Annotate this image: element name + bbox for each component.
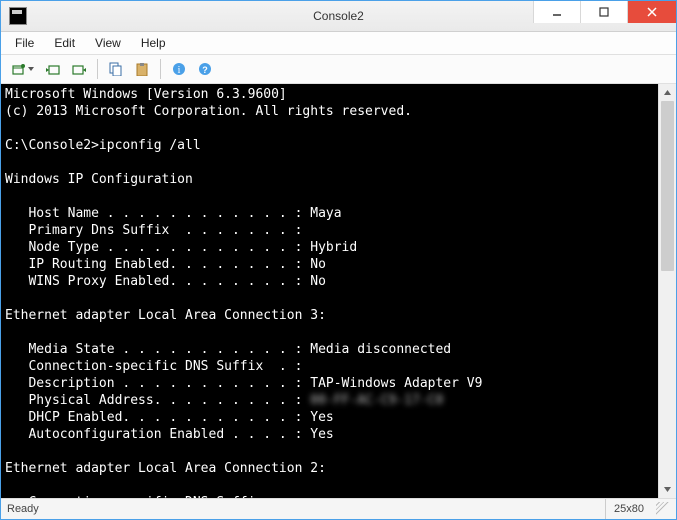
terminal-line: Ethernet adapter Local Area Connection 3… [5,307,654,324]
status-text: Ready [7,503,39,515]
terminal-line: Media State . . . . . . . . . . . : Medi… [5,341,654,358]
close-icon [647,7,657,17]
help-icon: ? [198,62,212,76]
physical-address-value: 00-FF-AC-C9-17-C0 [310,393,443,408]
window-controls [533,1,676,31]
paste-button[interactable] [130,57,154,81]
copy-button[interactable] [104,57,128,81]
terminal-line: Physical Address. . . . . . . . . : 00-F… [5,392,654,409]
prev-tab-button[interactable] [41,57,65,81]
copy-icon [109,62,123,76]
terminal-line: Node Type . . . . . . . . . . . . : Hybr… [5,239,654,256]
scroll-up-button[interactable] [659,84,676,101]
terminal-line: Microsoft Windows [Version 6.3.9600] [5,86,654,103]
terminal-line: WINS Proxy Enabled. . . . . . . . : No [5,273,654,290]
close-button[interactable] [627,1,676,23]
paste-icon [135,62,149,76]
vertical-scrollbar[interactable] [658,84,676,498]
resize-grip[interactable] [656,502,670,516]
physical-address-label: Physical Address. . . . . . . . . : [5,393,310,408]
maximize-icon [599,7,609,17]
new-tab-icon [12,63,26,75]
app-icon [9,7,27,25]
terminal-line [5,443,654,460]
terminal-line: IP Routing Enabled. . . . . . . . : No [5,256,654,273]
terminal-line: Windows IP Configuration [5,171,654,188]
terminal-line: (c) 2013 Microsoft Corporation. All righ… [5,103,654,120]
app-window: Console2 File Edit View Help [0,0,677,520]
svg-text:?: ? [202,65,208,75]
status-bar: Ready 25x80 [1,498,676,519]
toolbar-separator [160,59,161,79]
scroll-down-button[interactable] [659,481,676,498]
info-button[interactable]: i [167,57,191,81]
menu-bar: File Edit View Help [1,32,676,55]
terminal-line: DHCP Enabled. . . . . . . . . . . : Yes [5,409,654,426]
minimize-icon [552,7,562,17]
next-tab-button[interactable] [67,57,91,81]
terminal-line: Ethernet adapter Local Area Connection 2… [5,460,654,477]
minimize-button[interactable] [533,1,580,23]
menu-file[interactable]: File [5,34,44,52]
title-bar: Console2 [1,1,676,32]
console-area: Microsoft Windows [Version 6.3.9600](c) … [1,84,676,498]
terminal-line: Connection-specific DNS Suffix . : [5,358,654,375]
terminal-line: Description . . . . . . . . . . . : TAP-… [5,375,654,392]
menu-view[interactable]: View [85,34,131,52]
terminal-line [5,188,654,205]
menu-help[interactable]: Help [131,34,176,52]
chevron-up-icon [663,88,672,97]
terminal-line: C:\Console2>ipconfig /all [5,137,654,154]
status-dimensions: 25x80 [605,499,652,519]
terminal-line [5,477,654,494]
terminal-line [5,324,654,341]
svg-text:i: i [178,65,181,76]
terminal-line: Host Name . . . . . . . . . . . . : Maya [5,205,654,222]
menu-edit[interactable]: Edit [44,34,85,52]
chevron-down-icon [663,485,672,494]
terminal-line [5,154,654,171]
prev-tab-icon [46,63,60,75]
terminal-line: Primary Dns Suffix . . . . . . . : [5,222,654,239]
maximize-button[interactable] [580,1,627,23]
terminal-line [5,120,654,137]
terminal-line [5,290,654,307]
terminal-output[interactable]: Microsoft Windows [Version 6.3.9600](c) … [1,84,658,498]
scrollbar-thumb[interactable] [661,101,674,271]
next-tab-icon [72,63,86,75]
toolbar-separator [97,59,98,79]
help-button[interactable]: ? [193,57,217,81]
terminal-line: Autoconfiguration Enabled . . . . : Yes [5,426,654,443]
info-icon: i [172,62,186,76]
new-tab-button[interactable] [7,57,39,81]
toolbar: i ? [1,55,676,84]
dropdown-icon [28,67,34,71]
